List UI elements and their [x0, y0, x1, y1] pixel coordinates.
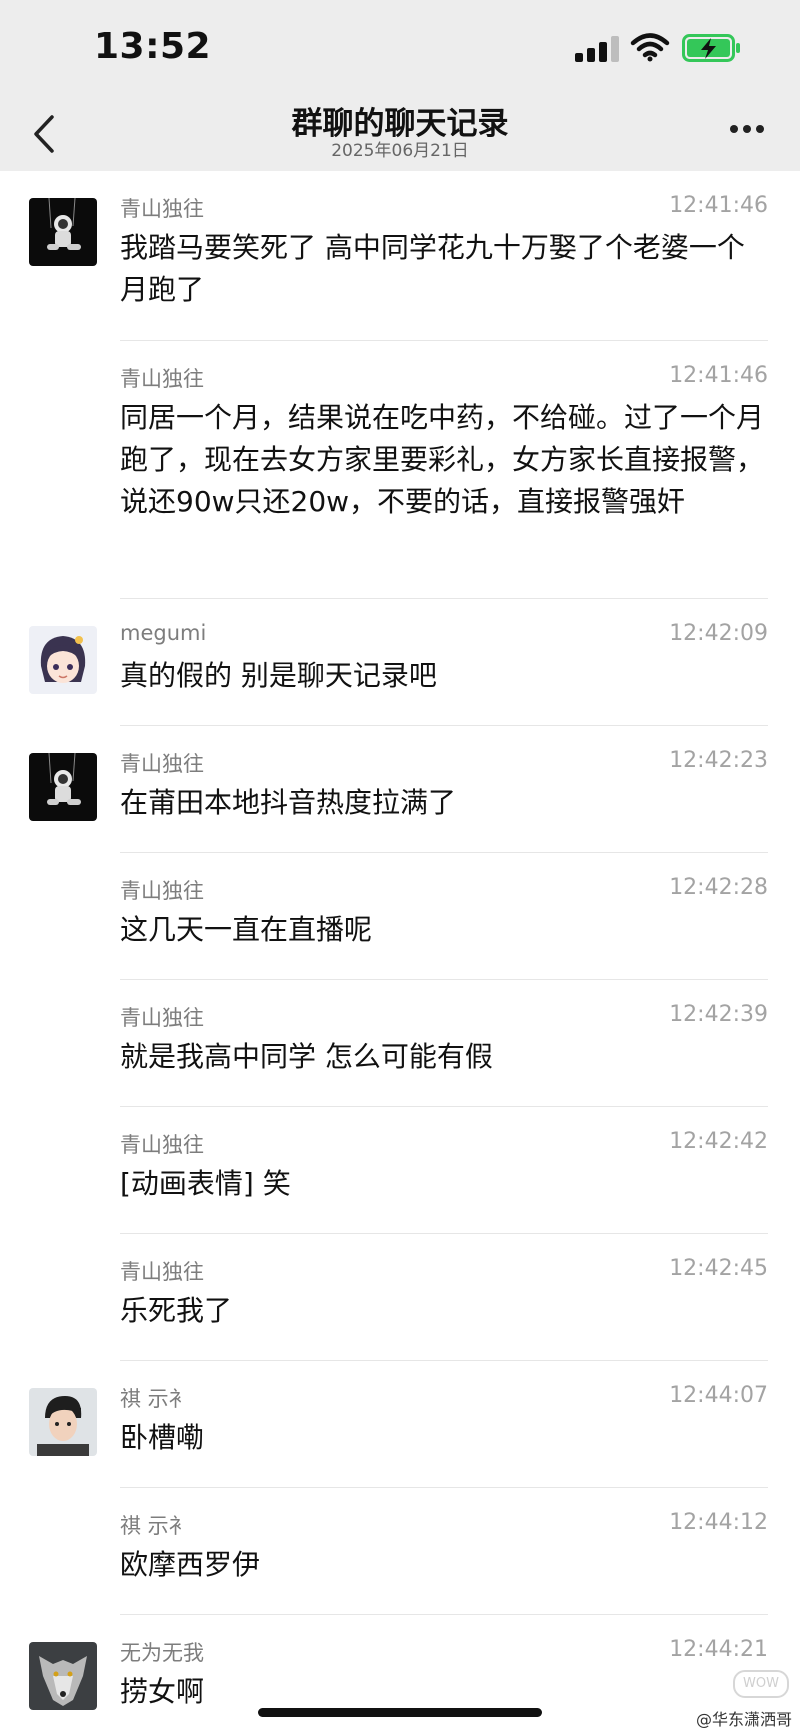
- sender-name: megumi: [120, 621, 207, 645]
- home-indicator[interactable]: [258, 1708, 542, 1717]
- message-text: 欧摩西罗伊: [120, 1548, 261, 1581]
- sender-name: 青山独往: [120, 197, 204, 221]
- message-text: 卧槽嘞: [120, 1421, 205, 1454]
- message-time: 12:41:46: [669, 363, 768, 388]
- message-item[interactable]: 青山独往 12:42:45 乐死我了: [0, 1234, 800, 1361]
- message-time: 12:42:42: [669, 1129, 768, 1154]
- message-item[interactable]: 青山独往 12:41:46 我踏马要笑死了 高中同学花九十万娶了个老婆一个月跑了: [0, 171, 800, 341]
- message-item[interactable]: megumi 12:42:09 真的假的 别是聊天记录吧: [0, 599, 800, 726]
- cellular-signal-icon: [575, 36, 621, 62]
- sender-name: 青山独往: [120, 1006, 204, 1030]
- message-time: 12:42:45: [669, 1256, 768, 1281]
- sender-name: 青山独往: [120, 1133, 204, 1157]
- message-item[interactable]: 青山独往 12:42:39 就是我高中同学 怎么可能有假: [0, 980, 800, 1107]
- message-list: 青山独往 12:41:46 我踏马要笑死了 高中同学花九十万娶了个老婆一个月跑了…: [0, 171, 800, 1735]
- nav-bar: 群聊的聊天记录 2025年06月21日: [0, 95, 800, 171]
- more-options-icon[interactable]: [728, 125, 768, 137]
- battery-charging-icon: [682, 34, 740, 62]
- astronaut-avatar[interactable]: [29, 753, 97, 821]
- man-portrait-avatar[interactable]: [29, 1388, 97, 1456]
- page-subtitle-date: 2025年06月21日: [331, 141, 469, 161]
- message-text: 乐死我了: [120, 1294, 233, 1327]
- message-time: 12:41:46: [669, 193, 768, 218]
- message-text: [动画表情] 笑: [120, 1167, 291, 1200]
- message-text: 真的假的 别是聊天记录吧: [120, 659, 437, 692]
- message-time: 12:44:12: [669, 1510, 768, 1535]
- message-item[interactable]: 青山独往 12:42:42 [动画表情] 笑: [0, 1107, 800, 1234]
- message-text: 在莆田本地抖音热度拉满了: [120, 786, 457, 819]
- message-item[interactable]: 青山独往 12:42:23 在莆田本地抖音热度拉满了: [0, 726, 800, 853]
- message-item[interactable]: 青山独往 12:41:46 同居一个月，结果说在吃中药，不给碰。过了一个月跑了，…: [0, 341, 800, 599]
- message-time: 12:42:09: [669, 621, 768, 646]
- sender-name: 祺 示衤: [120, 1387, 190, 1411]
- message-time: 12:44:07: [669, 1383, 768, 1408]
- watermark-logo: WOW: [733, 1670, 789, 1698]
- message-time: 12:42:28: [669, 875, 768, 900]
- astronaut-avatar[interactable]: [29, 198, 97, 266]
- wolf-avatar[interactable]: [29, 1642, 97, 1710]
- message-item[interactable]: 青山独往 12:42:28 这几天一直在直播呢: [0, 853, 800, 980]
- message-text: 就是我高中同学 怎么可能有假: [120, 1040, 493, 1073]
- sender-name: 祺 示衤: [120, 1514, 190, 1538]
- sender-name: 无为无我: [120, 1641, 204, 1665]
- sender-name: 青山独往: [120, 752, 204, 776]
- message-text: 这几天一直在直播呢: [120, 913, 373, 946]
- message-item[interactable]: 祺 示衤 12:44:12 欧摩西罗伊: [0, 1488, 800, 1615]
- message-text: 捞女啊: [120, 1675, 205, 1708]
- wifi-icon: [630, 33, 670, 62]
- message-time: 12:44:21: [669, 1637, 768, 1662]
- message-item[interactable]: 无为无我 12:44:21 捞女啊: [0, 1615, 800, 1735]
- message-item[interactable]: 祺 示衤 12:44:07 卧槽嘞: [0, 1361, 800, 1488]
- sender-name: 青山独往: [120, 1260, 204, 1284]
- anime-girl-avatar[interactable]: [29, 626, 97, 694]
- status-time: 13:52: [94, 26, 212, 67]
- watermark-text: @华东潇洒哥: [695, 1710, 792, 1729]
- message-text: 同居一个月，结果说在吃中药，不给碰。过了一个月跑了，现在去女方家里要彩礼，女方家…: [120, 401, 765, 518]
- sender-name: 青山独往: [120, 879, 204, 903]
- sender-name: 青山独往: [120, 367, 204, 391]
- message-text: 我踏马要笑死了 高中同学花九十万娶了个老婆一个月跑了: [120, 231, 745, 306]
- status-bar: 13:52: [0, 0, 800, 95]
- message-time: 12:42:39: [669, 1002, 768, 1027]
- message-time: 12:42:23: [669, 748, 768, 773]
